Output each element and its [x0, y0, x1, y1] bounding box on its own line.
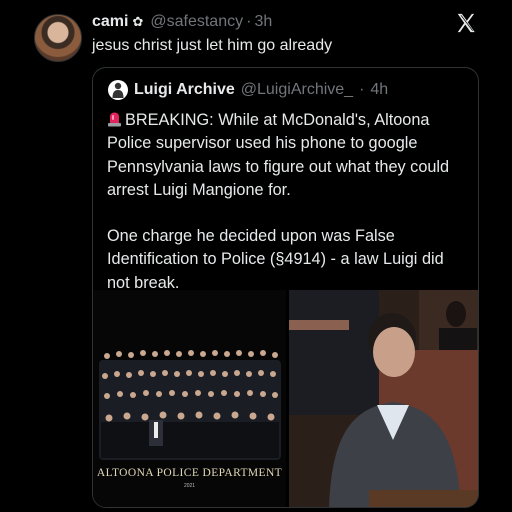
quote-paragraph-1: BREAKING: While at McDonald's, Altoona P…	[107, 109, 469, 202]
police-siren-icon	[108, 112, 121, 127]
quoted-post[interactable]: Luigi Archive @LuigiArchive_ · 4h BREAKI…	[92, 67, 479, 508]
courtroom-photo-illustration	[289, 290, 478, 507]
separator-dot: ·	[359, 81, 365, 98]
author-handle[interactable]: @safestancy	[150, 13, 243, 31]
author-display-name[interactable]: cami	[92, 13, 128, 31]
quote-header: Luigi Archive @LuigiArchive_ · 4h	[108, 80, 388, 100]
quote-author-handle[interactable]: @LuigiArchive_	[241, 81, 353, 99]
quote-paragraph-1-text: BREAKING: While at McDonald's, Altoona P…	[107, 111, 450, 199]
flower-icon: ✿	[132, 14, 144, 29]
police-group-photo[interactable]: ALTOONA POLICE DEPARTMENT 2021	[93, 290, 286, 507]
quote-text: BREAKING: While at McDonald's, Altoona P…	[107, 109, 469, 295]
quote-timestamp[interactable]: 4h	[370, 81, 388, 99]
courtroom-photo[interactable]	[289, 290, 478, 507]
post-header: cami ✿ @safestancy · 3h	[92, 13, 272, 31]
author-avatar[interactable]	[34, 14, 82, 62]
separator-dot: ·	[246, 13, 252, 30]
post: cami ✿ @safestancy · 3h jesus christ jus…	[0, 0, 512, 512]
figure-icon	[112, 82, 124, 98]
post-timestamp[interactable]: 3h	[254, 13, 272, 31]
department-caption: ALTOONA POLICE DEPARTMENT	[96, 467, 283, 479]
x-logo-icon[interactable]	[455, 12, 477, 34]
quote-paragraph-2: One charge he decided upon was False Ide…	[107, 227, 444, 292]
quote-author-name[interactable]: Luigi Archive	[134, 81, 235, 99]
quote-author-avatar[interactable]	[108, 80, 128, 100]
photo-year: 2021	[183, 483, 196, 489]
post-text: jesus christ just let him go already	[92, 37, 333, 54]
